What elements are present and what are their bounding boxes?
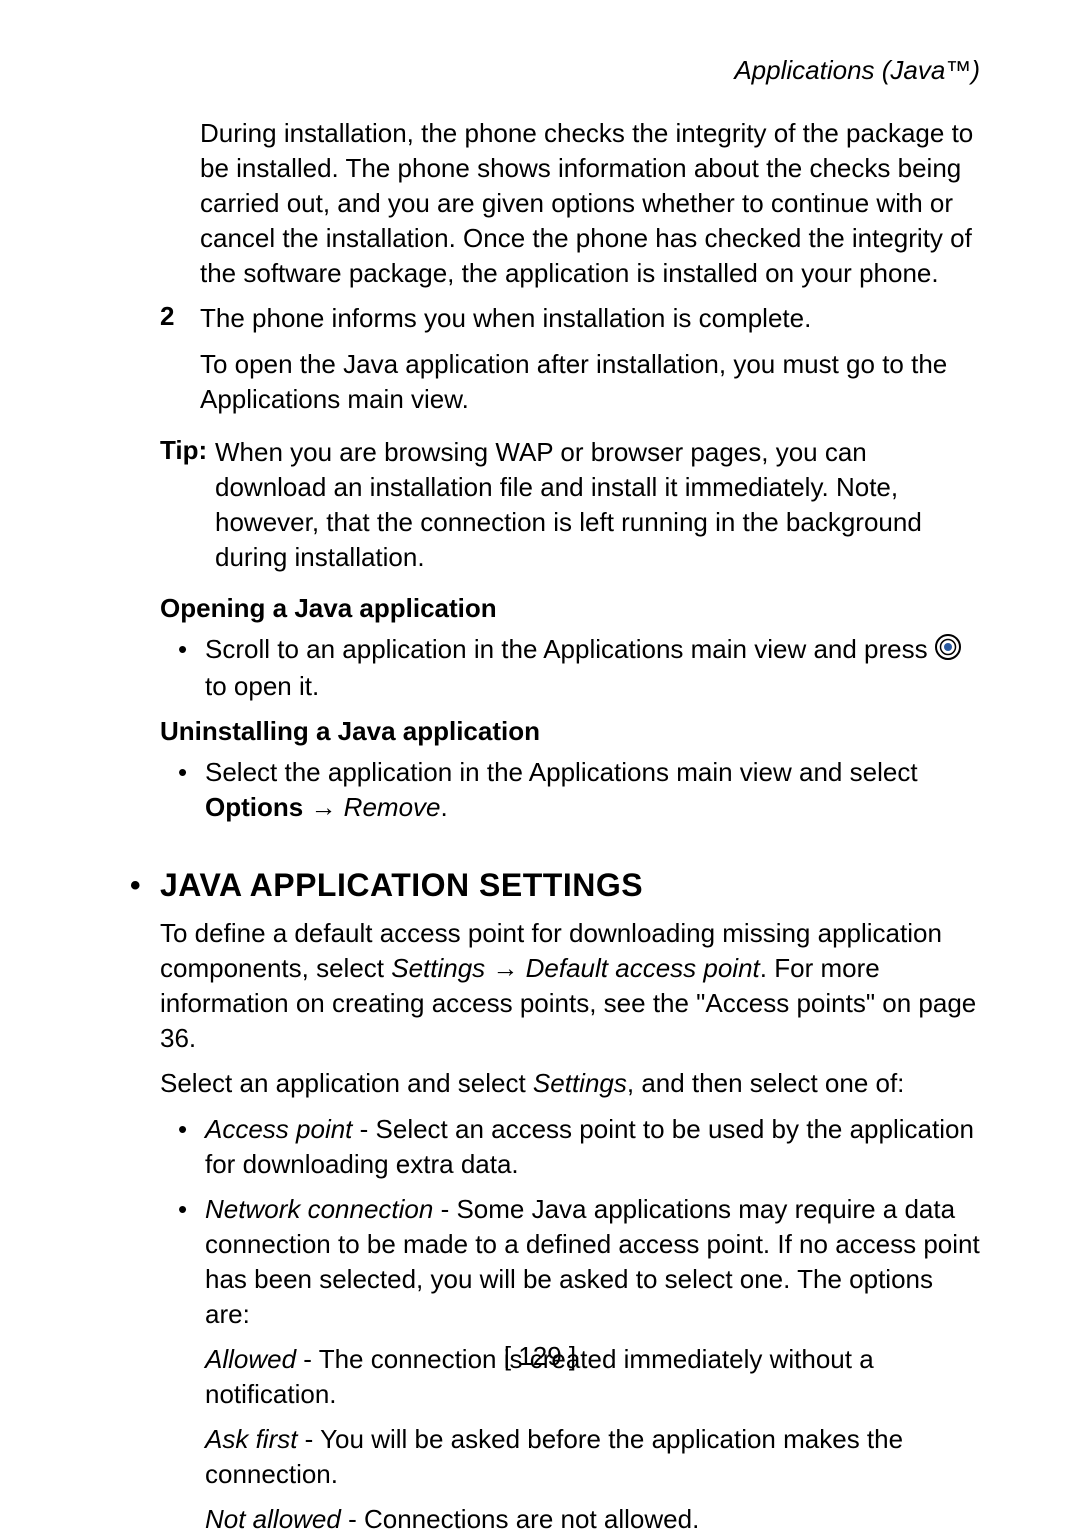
section-para-1: To define a default access point for dow… <box>160 916 980 1056</box>
step-2: 2 The phone informs you when installatio… <box>160 301 980 416</box>
suboption-not-allowed: Not allowed - Connections are not allowe… <box>205 1502 980 1537</box>
section-bullet-icon: • <box>130 871 160 901</box>
opening-bullet-text: Scroll to an application in the Applicat… <box>205 632 980 704</box>
tip-label: Tip: <box>160 435 215 575</box>
option-access-point-text: Access point - Select an access point to… <box>205 1112 980 1182</box>
intro-paragraph: During installation, the phone checks th… <box>200 116 980 291</box>
uninstall-bullet: • Select the application in the Applicat… <box>160 755 980 825</box>
bullet-icon: • <box>160 1192 205 1332</box>
page-number: [ 129 ] <box>0 1341 1080 1372</box>
page: Applications (Java™) During installation… <box>0 0 1080 1412</box>
uninstall-heading: Uninstalling a Java application <box>160 716 980 747</box>
option-network-connection-text: Network connection - Some Java applicati… <box>205 1192 980 1332</box>
section-para-2: Select an application and select Setting… <box>160 1066 980 1101</box>
uninstall-bullet-text: Select the application in the Applicatio… <box>205 755 980 825</box>
bullet-icon: • <box>160 632 205 704</box>
opening-bullet: • Scroll to an application in the Applic… <box>160 632 980 704</box>
tip-block: Tip: When you are browsing WAP or browse… <box>160 435 980 575</box>
option-access-point: • Access point - Select an access point … <box>160 1112 980 1182</box>
tip-text: When you are browsing WAP or browser pag… <box>215 435 980 575</box>
step-2-line-2: To open the Java application after insta… <box>200 347 980 417</box>
option-network-connection: • Network connection - Some Java applica… <box>160 1192 980 1332</box>
select-key-icon <box>935 634 961 669</box>
page-header: Applications (Java™) <box>160 55 980 86</box>
bullet-icon: • <box>160 1112 205 1182</box>
step-number: 2 <box>160 301 200 416</box>
suboption-ask-first: Ask first - You will be asked before the… <box>205 1422 980 1492</box>
opening-heading: Opening a Java application <box>160 593 980 624</box>
section-title: JAVA APPLICATION SETTINGS <box>160 867 643 904</box>
section-title-row: • JAVA APPLICATION SETTINGS <box>130 867 980 904</box>
bullet-icon: • <box>160 755 205 825</box>
step-2-line-1: The phone informs you when installation … <box>200 301 980 336</box>
